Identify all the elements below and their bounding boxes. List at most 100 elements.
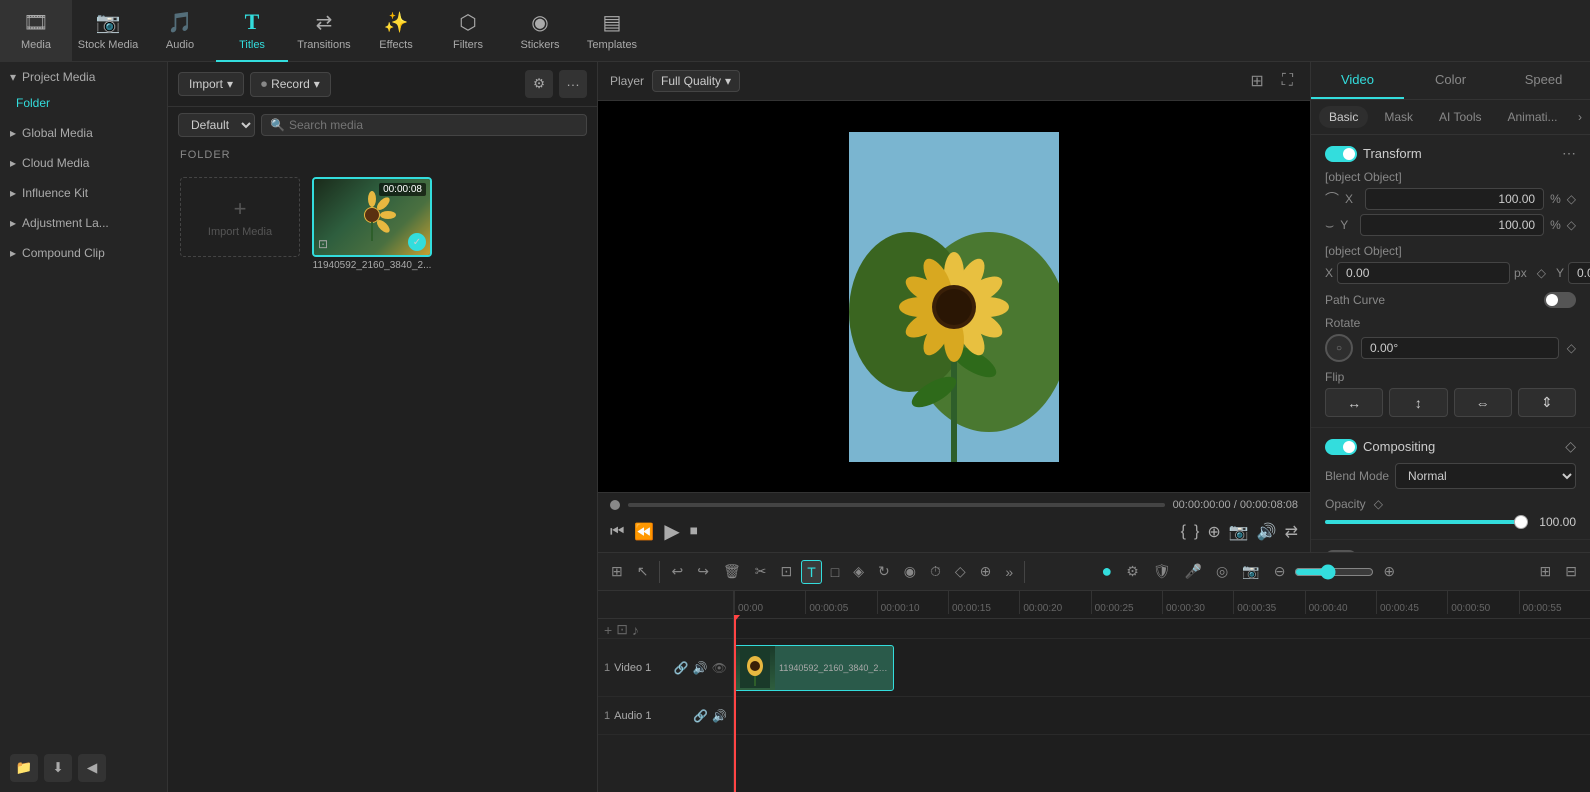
playhead-dot[interactable] [610,500,620,510]
compositing-toggle[interactable] [1325,439,1357,455]
filter-button[interactable]: ⚙ [525,70,553,98]
tl-camera-button[interactable]: 📷 [1237,560,1264,583]
opacity-keyframe-button[interactable]: ◇ [1374,497,1383,511]
scale-y-keyframe-button[interactable]: ◇ [1567,218,1576,232]
transform-expand-button[interactable]: ⋯ [1562,145,1576,162]
tl-keyframe-button[interactable]: ◇ [950,560,971,583]
tab-color[interactable]: Color [1404,62,1497,99]
timeline-tracks-right[interactable]: 00:00 00:00:05 00:00:10 00:00:15 00:00:2… [734,591,1590,792]
skip-back-button[interactable]: ⏮ [610,523,624,541]
video-track-eye-button[interactable]: 👁 [712,661,727,675]
toolbar-templates[interactable]: ▤ Templates [576,0,648,62]
tl-settings-button[interactable]: ⚙ [1121,560,1144,583]
sidebar-item-folder[interactable]: Folder [0,92,167,118]
tl-undo-button[interactable]: ↩ [666,560,688,583]
tl-plus-button[interactable]: ⊕ [1378,560,1400,583]
audio-track-area[interactable] [734,697,1590,735]
tl-voice-button[interactable]: ◎ [1211,560,1233,583]
tl-green-button[interactable]: ● [1096,558,1117,585]
import-btn[interactable]: Import ▾ [178,72,244,96]
tl-grid-button[interactable]: ⊞ [1535,560,1557,583]
flip-h2-button[interactable]: ⇔ [1454,388,1512,417]
subtab-basic[interactable]: Basic [1319,106,1368,128]
tl-stabilize-button[interactable]: ⊕ [975,560,997,583]
snapshot-button[interactable]: 📷 [1229,522,1249,542]
scale-x-keyframe-button[interactable]: ◇ [1567,192,1576,206]
path-curve-toggle[interactable] [1544,292,1576,308]
import-media-box[interactable]: + Import Media [180,177,300,271]
music-button[interactable]: ♪ [632,622,639,638]
tl-text-button[interactable]: T [801,560,822,584]
audio-track-volume-button[interactable]: 🔊 [712,709,727,723]
tl-zoom-slider[interactable] [1294,564,1374,580]
tl-delete-button[interactable]: 🗑 [718,560,746,583]
tl-shield-button[interactable]: 🛡 [1148,560,1176,583]
tl-minus-button[interactable]: ⊖ [1269,560,1291,583]
toolbar-titles[interactable]: T Titles [216,0,288,62]
rotate-keyframe-button[interactable]: ◇ [1567,341,1576,355]
background-toggle[interactable] [1325,550,1357,552]
collapse-panel-button[interactable]: ◀ [78,754,106,782]
toolbar-stock-media[interactable]: 📷 Stock Media [72,0,144,62]
more-button[interactable]: ⇄ [1285,522,1298,542]
toolbar-media[interactable]: 🎞 Media [0,0,72,62]
more-options-button[interactable]: ··· [559,70,587,98]
mark-in-button[interactable]: { [1181,523,1186,541]
record-btn[interactable]: ⏺ Record ▾ [250,72,331,97]
tl-more2-button[interactable]: » [1000,561,1018,583]
pos-y-input[interactable] [1568,262,1590,284]
video-track-area[interactable]: 11940592_2160_3840_25... [734,639,1590,697]
tl-mask-button[interactable]: ◈ [848,560,869,583]
sidebar-item-adjustment-la[interactable]: ▸ Adjustment La... [0,208,167,238]
pos-x-keyframe-button[interactable]: ◇ [1537,266,1546,280]
mark-out-button[interactable]: } [1194,523,1199,541]
sidebar-item-influence-kit[interactable]: ▸ Influence Kit [0,178,167,208]
search-input[interactable] [289,118,578,132]
view-select[interactable]: Default [178,113,255,137]
subtab-mask[interactable]: Mask [1374,106,1423,128]
media-file-item[interactable]: 00:00:08 ✓ ⊡ 11940592_2160_3840_2... [312,177,432,271]
video-track-link-button[interactable]: 🔗 [674,661,689,675]
flip-v-button[interactable]: ↕ [1389,388,1447,417]
tab-video[interactable]: Video [1311,62,1404,99]
sidebar-item-global-media[interactable]: ▸ Global Media [0,118,167,148]
subtab-ai-tools[interactable]: AI Tools [1429,106,1491,128]
opacity-slider[interactable] [1325,520,1528,524]
flip-h-button[interactable]: ↔ [1325,388,1383,417]
tl-cut-button[interactable]: ✂ [750,560,772,583]
frame-back-button[interactable]: ⏪ [634,522,654,542]
tl-speed-button[interactable]: ◉ [899,560,921,583]
sidebar-item-compound-clip[interactable]: ▸ Compound Clip [0,238,167,268]
tl-clip-button[interactable]: □ [826,561,844,583]
blend-mode-select[interactable]: Normal [1395,463,1576,489]
scale-x-input[interactable] [1365,188,1544,210]
fullscreen-button[interactable]: ⛶ [1277,69,1298,93]
insert-button[interactable]: ⊕ [1207,522,1220,542]
subtabs-more-icon[interactable]: › [1578,110,1582,124]
tab-speed[interactable]: Speed [1497,62,1590,99]
import-media-dropzone[interactable]: + Import Media [180,177,300,257]
sidebar-item-cloud-media[interactable]: ▸ Cloud Media [0,148,167,178]
play-button[interactable]: ▶ [664,519,679,544]
toolbar-transitions[interactable]: ⇄ Transitions [288,0,360,62]
tl-rotate-button[interactable]: ↻ [873,560,895,583]
quality-select[interactable]: Full Quality ▾ [652,70,740,92]
sidebar-item-project-media[interactable]: ▾ Project Media [0,62,167,92]
tl-timer-button[interactable]: ⏱ [925,560,946,583]
video-clip[interactable]: 11940592_2160_3840_25... [734,645,894,691]
tl-redo-button[interactable]: ↪ [692,560,714,583]
rotate-input[interactable] [1361,337,1559,359]
tl-mic-button[interactable]: 🎤 [1180,560,1207,583]
add-track-button[interactable]: + [604,622,612,638]
pos-x-input[interactable] [1337,262,1510,284]
import-button[interactable]: ⬇ [44,754,72,782]
toggle-clip-button[interactable]: ⊡ [616,621,628,638]
toolbar-effects[interactable]: ✨ Effects [360,0,432,62]
volume-button[interactable]: 🔊 [1257,522,1277,542]
subtab-animati[interactable]: Animati... [1497,106,1567,128]
video-track-volume-button[interactable]: 🔊 [693,661,708,675]
toolbar-audio[interactable]: 🎵 Audio [144,0,216,62]
flip-v2-button[interactable]: ⇕ [1518,388,1576,417]
toolbar-filters[interactable]: ⬡ Filters [432,0,504,62]
toolbar-stickers[interactable]: ◉ Stickers [504,0,576,62]
